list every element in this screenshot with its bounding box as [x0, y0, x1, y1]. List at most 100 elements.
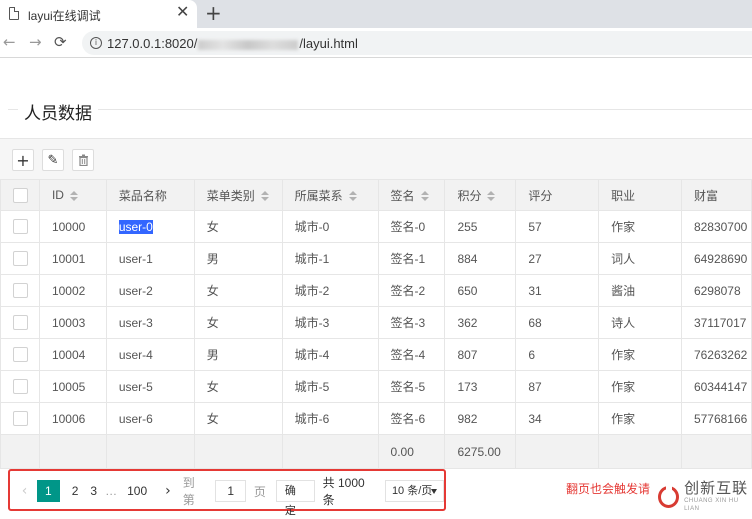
watermark-logo-icon [658, 486, 680, 508]
cell-points: 255 [444, 210, 517, 243]
row-select-cell[interactable] [0, 338, 40, 371]
row-select-cell[interactable] [0, 242, 40, 275]
url-field[interactable]: i 127.0.0.1:8020/ /layui.html [82, 31, 752, 55]
row-checkbox[interactable] [13, 219, 28, 235]
total-cell [193, 434, 283, 469]
cell-text: 6298078 [693, 283, 741, 298]
tab-title: layui在线调试 [28, 9, 101, 23]
cell-text: 27 [528, 251, 542, 266]
cell-text: 城市-3 [294, 316, 330, 330]
cell-rating: 57 [515, 210, 600, 243]
cell-category: 女 [193, 370, 283, 403]
table-row[interactable]: 10006 user-6 女 城市-6 签名-6 982 34 作家 57768166 [0, 402, 752, 435]
cell-points: 807 [444, 338, 517, 371]
sort-icon[interactable] [260, 191, 269, 202]
cell-text: 城市-2 [294, 284, 330, 298]
cell-text: 酱油 [611, 284, 636, 298]
cell-points: 982 [444, 402, 517, 435]
cell-text: 城市-0 [294, 220, 330, 234]
current-page[interactable]: 1 [37, 480, 60, 502]
forward-icon[interactable]: → [29, 33, 42, 51]
header-menu-category[interactable]: 菜单类别 [193, 179, 283, 211]
row-select-cell[interactable] [0, 210, 40, 243]
row-checkbox[interactable] [13, 315, 28, 331]
table-row[interactable]: 10001 user-1 男 城市-1 签名-1 884 27 词人 64928690 [0, 242, 752, 275]
table-row[interactable]: 10004 user-4 男 城市-4 签名-4 807 6 作家 76263262 [0, 338, 752, 371]
cell-cuisine: 城市-4 [281, 338, 379, 371]
cell-text: 城市-1 [294, 252, 330, 266]
header-wealth: 财富 [680, 179, 752, 211]
site-info-icon[interactable]: i [90, 37, 102, 49]
header-points[interactable]: 积分 [444, 179, 517, 211]
row-checkbox[interactable] [13, 379, 28, 395]
row-checkbox[interactable] [13, 347, 28, 363]
row-checkbox[interactable] [13, 411, 28, 427]
total-points: 6275.00 [444, 434, 517, 469]
add-button[interactable]: + [12, 149, 34, 171]
cell-points: 884 [444, 242, 517, 275]
table-row[interactable]: 10000 user-0 女 城市-0 签名-0 255 57 作家 82830700 [0, 210, 752, 243]
cell-text: 城市-5 [294, 380, 330, 394]
cell-cuisine: 城市-0 [281, 210, 379, 243]
watermark: 创新互联 CHUANG XIN HU LIAN [658, 480, 752, 514]
header-label: 所属菜系 [294, 188, 343, 203]
last-page-link[interactable]: 100 [127, 484, 147, 498]
cell-rating: 87 [515, 370, 600, 403]
url-text: 127.0.0.1:8020/ /layui.html [107, 36, 358, 51]
table-row[interactable]: 10005 user-5 女 城市-5 签名-5 173 87 作家 60344147 [0, 370, 752, 403]
browser-tab[interactable]: layui在线调试 ✕ [0, 0, 197, 28]
sort-icon[interactable] [487, 191, 496, 202]
cell-text: 女 [206, 220, 219, 234]
sort-icon[interactable] [420, 191, 429, 202]
next-page-icon[interactable]: › [165, 483, 171, 499]
total-count: 共 1000 条 [322, 476, 365, 507]
cell-category: 女 [193, 210, 283, 243]
new-tab-icon[interactable]: + [205, 2, 222, 24]
row-select-cell[interactable] [0, 402, 40, 435]
total-signature: 0.00 [377, 434, 446, 469]
row-select-cell[interactable] [0, 306, 40, 339]
cell-signature: 签名-4 [377, 338, 446, 371]
page-jump-input[interactable]: 1 [215, 480, 246, 502]
header-label: ID [51, 188, 64, 202]
confirm-jump-button[interactable]: 确定 [275, 480, 315, 517]
row-select-cell[interactable] [0, 274, 40, 307]
cell-wealth: 6298078 [680, 274, 752, 307]
sort-icon[interactable] [348, 191, 357, 202]
edit-button[interactable]: ✎ [42, 149, 64, 171]
cell-text: 82830700 [693, 219, 748, 234]
row-select-cell[interactable] [0, 370, 40, 403]
page-size-select[interactable]: 10 条/页 [384, 480, 445, 502]
page-link[interactable]: 3 [90, 484, 97, 498]
table-row[interactable]: 10002 user-2 女 城市-2 签名-2 650 31 酱油 6298078 [0, 274, 752, 307]
select-all-cell[interactable] [0, 179, 40, 211]
cell-text: user-6 [118, 411, 153, 426]
page-link[interactable]: 2 [72, 484, 79, 498]
close-tab-icon[interactable]: ✕ [176, 4, 189, 22]
sort-icon[interactable] [69, 190, 78, 201]
total-cell [38, 434, 107, 469]
cell-text: 作家 [611, 412, 636, 426]
header-id[interactable]: ID [38, 179, 107, 211]
back-icon[interactable]: ← [3, 33, 16, 51]
delete-button[interactable] [72, 149, 94, 171]
total-cell [105, 434, 195, 469]
cell-wealth: 37117017 [680, 306, 752, 339]
cell-text: 作家 [611, 380, 636, 394]
cell-signature: 签名-5 [377, 370, 446, 403]
prev-page-icon[interactable]: ‹ [16, 483, 33, 499]
cell-text: 982 [457, 411, 478, 426]
header-signature[interactable]: 签名 [377, 179, 446, 211]
cell-id: 10001 [38, 242, 107, 275]
cell-job: 词人 [598, 242, 682, 275]
cell-text: 10005 [51, 379, 86, 394]
cell-text: 807 [457, 347, 478, 362]
table-row[interactable]: 10003 user-3 女 城市-3 签名-3 362 68 诗人 37117017 [0, 306, 752, 339]
cell-text: 34 [528, 411, 542, 426]
select-all-checkbox[interactable] [13, 187, 28, 203]
header-cuisine[interactable]: 所属菜系 [281, 179, 379, 211]
row-checkbox[interactable] [13, 251, 28, 267]
reload-icon[interactable]: ⟳ [54, 33, 67, 51]
row-checkbox[interactable] [13, 283, 28, 299]
cell-dish-name: user-6 [105, 402, 195, 435]
